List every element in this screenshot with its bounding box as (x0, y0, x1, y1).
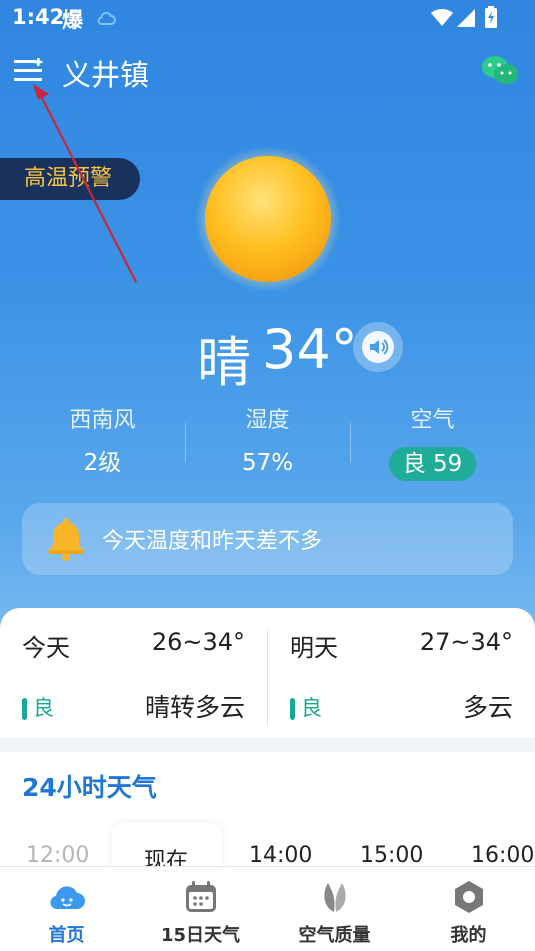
day-air-quality-text: 良 (301, 696, 322, 720)
hour-label: 12:00 (26, 843, 90, 868)
current-weather: 晴 34° (0, 318, 535, 394)
nav-home[interactable]: 首页 (0, 867, 133, 951)
wind-value: 2级 (83, 450, 122, 476)
aqi-badge-text: 良 59 (402, 451, 463, 477)
hour-label: 16:00 (471, 843, 535, 868)
nav-air-quality[interactable]: 空气质量 (268, 867, 401, 951)
calendar-icon (183, 879, 219, 915)
cloud-sync-icon (96, 10, 116, 29)
humidity-label: 湿度 (245, 408, 290, 433)
wind-stat: 西南风 2级 (20, 405, 185, 479)
battery-charging-icon (485, 6, 497, 32)
wifi-icon (431, 8, 453, 31)
nav-label: 空气质量 (298, 925, 371, 946)
aqi-badge[interactable]: 良 59 (388, 447, 477, 481)
air-value: 良 59 (350, 447, 515, 481)
hexagon-profile-icon (451, 879, 487, 915)
tomorrow-forecast[interactable]: 明天 27~34° 良 多云 (268, 608, 535, 738)
location-title[interactable]: 义井镇 (62, 52, 149, 94)
daily-tip-banner[interactable]: 今天温度和昨天差不多 (22, 503, 513, 575)
status-time: 1:42 (12, 5, 65, 29)
hourly-section-title: 24小时天气 (22, 773, 157, 802)
day-temp-range: 27~34° (419, 628, 513, 656)
today-forecast[interactable]: 今天 26~34° 良 晴转多云 (0, 608, 267, 738)
air-stat[interactable]: 空气 良 59 (350, 405, 515, 481)
leaf-icon (317, 879, 353, 915)
wechat-icon[interactable] (481, 54, 519, 88)
air-label: 空气 (410, 408, 455, 433)
heat-alert-badge[interactable]: 高温预警 (0, 158, 140, 200)
wind-label: 西南风 (69, 408, 136, 433)
hour-label: 14:00 (249, 843, 313, 868)
home-weather-icon (49, 879, 85, 915)
aqi-bar (290, 698, 295, 720)
day-temp-range: 26~34° (151, 628, 245, 656)
bell-icon (44, 515, 88, 565)
status-bar: 1:42 爆 (0, 0, 535, 36)
day-name: 今天 (22, 634, 70, 662)
nav-label: 首页 (48, 925, 85, 946)
humidity-stat: 湿度 57% (185, 405, 350, 479)
humidity-value: 57% (241, 450, 294, 476)
sun-icon (195, 146, 341, 296)
day-air-quality: 良 (22, 692, 54, 722)
current-temperature: 34° (262, 318, 358, 381)
nav-15day[interactable]: 15日天气 (134, 867, 267, 951)
nav-label: 15日天气 (160, 925, 241, 946)
day-name: 明天 (290, 634, 338, 662)
hour-label: 15:00 (360, 843, 424, 868)
nav-label: 我的 (450, 925, 487, 946)
day-air-quality-text: 良 (33, 696, 54, 720)
day-air-quality: 良 (290, 692, 322, 722)
current-condition: 晴 (197, 331, 251, 394)
status-app-indicator: 爆 (62, 8, 83, 32)
nav-profile[interactable]: 我的 (402, 867, 535, 951)
aqi-bar (22, 698, 27, 720)
weather-home-screen: 1:42 爆 义井镇 高温预警 晴 34° 西南风 2级 湿度 57% 空气 良… (0, 0, 535, 951)
tip-text: 今天温度和昨天差不多 (102, 529, 323, 554)
speaker-icon[interactable] (353, 322, 403, 372)
menu-icon[interactable] (12, 56, 48, 86)
weather-stats: 西南风 2级 湿度 57% 空气 良 59 (20, 405, 515, 483)
day-condition: 多云 (462, 693, 513, 722)
signal-icon (457, 9, 475, 31)
section-divider (0, 738, 535, 752)
day-condition: 晴转多云 (144, 693, 245, 722)
top-header: 义井镇 (0, 50, 535, 96)
bottom-navigation: 首页 15日天气 空气质量 我的 (0, 866, 535, 951)
